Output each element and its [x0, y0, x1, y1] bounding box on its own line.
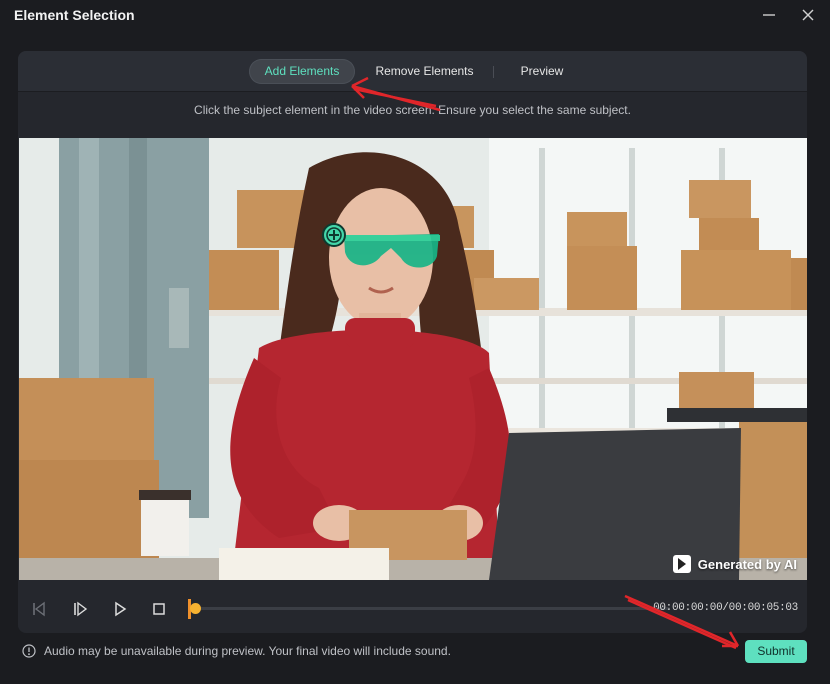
- audio-notice: Audio may be unavailable during preview.…: [22, 644, 451, 658]
- prev-frame-icon: [33, 601, 45, 617]
- submit-button[interactable]: Submit: [745, 640, 807, 663]
- next-frame-button[interactable]: [69, 598, 91, 620]
- window-title: Element Selection: [14, 7, 135, 23]
- tab-divider: [493, 66, 494, 78]
- player-controls: 00:00:00:00/00:00:05:03: [18, 588, 807, 628]
- add-circle-icon[interactable]: [321, 222, 347, 248]
- next-frame-icon: [74, 601, 88, 617]
- tab-bar: Add Elements Remove Elements Preview: [18, 51, 807, 92]
- stop-button[interactable]: [148, 598, 170, 620]
- play-icon: [115, 601, 127, 617]
- ai-watermark: Generated by AI: [672, 554, 797, 574]
- instruction-text: Click the subject element in the video s…: [194, 103, 631, 117]
- playhead-marker[interactable]: [190, 603, 201, 614]
- audio-notice-text: Audio may be unavailable during preview.…: [44, 644, 451, 658]
- title-bar: Element Selection: [0, 0, 830, 30]
- close-icon: [802, 9, 814, 21]
- timecode: 00:00:00:00/00:00:05:03: [653, 602, 798, 614]
- editor-panel: Add Elements Remove Elements Preview Cli…: [18, 51, 807, 633]
- minimize-button[interactable]: [754, 2, 784, 28]
- video-canvas[interactable]: Generated by AI: [19, 138, 807, 580]
- info-icon: [22, 644, 36, 658]
- tab-remove-elements[interactable]: Remove Elements: [368, 59, 481, 84]
- minimize-icon: [763, 14, 775, 16]
- close-button[interactable]: [793, 2, 823, 28]
- video-frame: [19, 138, 807, 580]
- play-button[interactable]: [109, 598, 131, 620]
- timeline-track[interactable]: [190, 607, 670, 610]
- tab-preview[interactable]: Preview: [508, 59, 576, 84]
- prev-frame-button[interactable]: [28, 598, 50, 620]
- filmora-logo-icon: [672, 555, 691, 573]
- watermark-text: Generated by AI: [697, 556, 797, 572]
- stop-icon: [153, 603, 165, 615]
- tab-add-elements[interactable]: Add Elements: [249, 59, 355, 84]
